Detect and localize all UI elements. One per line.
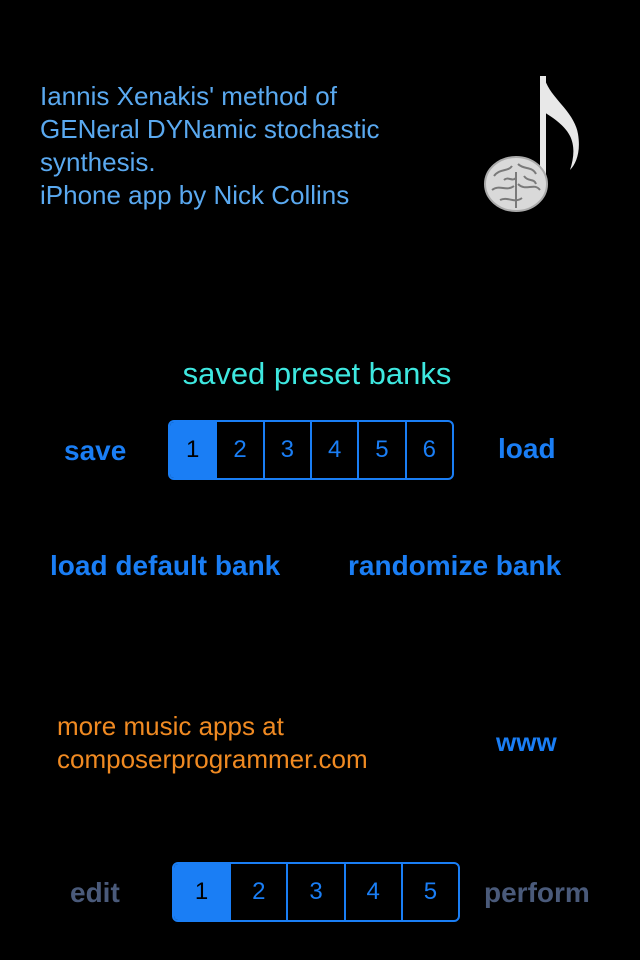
brain-music-note-icon (478, 72, 588, 222)
bank-segment-6[interactable]: 6 (404, 422, 452, 478)
page-segment-2[interactable]: 2 (229, 864, 286, 920)
bank-segment-1[interactable]: 1 (170, 422, 216, 478)
preset-banks-title: saved preset banks (182, 356, 452, 391)
intro-line-1: Iannis Xenakis' method of (40, 81, 337, 111)
load-button[interactable]: load (498, 433, 556, 465)
bank-segment-2[interactable]: 2 (215, 422, 262, 478)
page-selector: 12345 (172, 862, 460, 922)
page-segment-5[interactable]: 5 (400, 864, 458, 920)
promo-line-1: more music apps at (57, 711, 284, 741)
randomize-bank-button[interactable]: randomize bank (348, 550, 561, 582)
bank-segment-3[interactable]: 3 (262, 422, 310, 478)
promo-text: more music apps at composerprogrammer.co… (57, 710, 368, 776)
preset-bank-selector: 123456 (168, 420, 454, 480)
www-button[interactable]: www (496, 727, 557, 758)
intro-line-2: GENeral DYNamic stochastic (40, 114, 380, 144)
bank-segment-4[interactable]: 4 (309, 422, 357, 478)
bank-segment-5[interactable]: 5 (357, 422, 404, 478)
page-segment-3[interactable]: 3 (286, 864, 343, 920)
promo-line-2: composerprogrammer.com (57, 744, 368, 774)
edit-button[interactable]: edit (70, 877, 120, 909)
perform-button[interactable]: perform (484, 877, 590, 909)
load-default-bank-button[interactable]: load default bank (50, 550, 280, 582)
save-button[interactable]: save (64, 435, 126, 467)
intro-line-4: iPhone app by Nick Collins (40, 180, 350, 210)
page-segment-1[interactable]: 1 (174, 864, 230, 920)
intro-line-3: synthesis. (40, 147, 156, 177)
intro-text: Iannis Xenakis' method of GENeral DYNami… (40, 80, 470, 212)
page-segment-4[interactable]: 4 (343, 864, 401, 920)
